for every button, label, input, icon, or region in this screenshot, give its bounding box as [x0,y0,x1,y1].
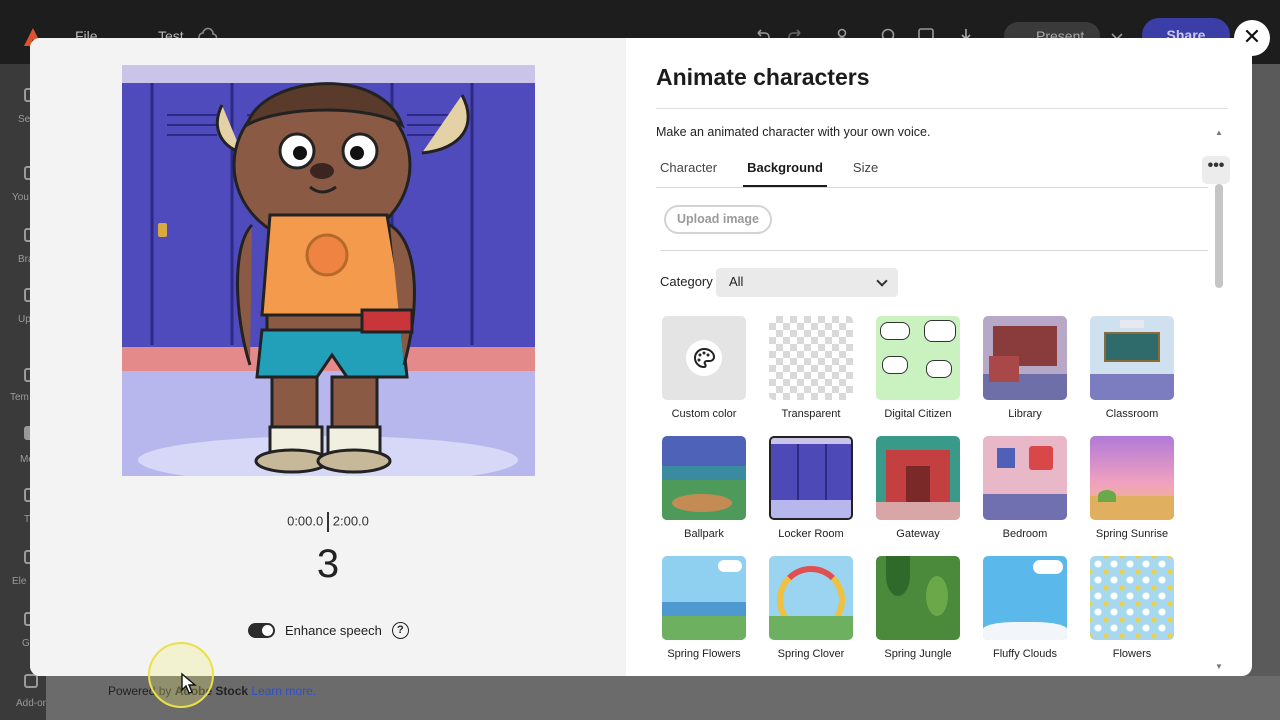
thumbnail [1090,316,1174,400]
enhance-speech-toggle[interactable] [248,622,275,638]
category-select[interactable]: All [716,268,898,297]
time-divider [327,512,329,532]
background-option-transparent[interactable]: Transparent [768,316,854,420]
close-icon: ✕ [1242,24,1262,49]
current-time: 0:00.0 [287,513,324,529]
background-option-flowers[interactable]: Flowers [1089,556,1175,660]
background-option-label: Spring Flowers [667,648,741,660]
divider [656,187,1208,188]
background-option-spring-sunrise[interactable]: Spring Sunrise [1089,436,1175,540]
enhance-speech-label: Enhance speech [285,622,382,638]
background-option-spring-flowers[interactable]: Spring Flowers [661,556,747,660]
background-option-locker-room[interactable]: Locker Room [768,436,854,540]
background-option-label: Transparent [781,408,841,420]
scrollbar-thumb[interactable] [1215,184,1223,288]
thumbnail [769,316,853,400]
thumbnail [876,316,960,400]
background-option-label: Spring Clover [777,648,845,660]
background-option-label: Flowers [1112,648,1152,660]
cursor-arrow-icon [181,672,197,694]
chevron-down-icon [876,275,888,287]
background-option-classroom[interactable]: Classroom [1089,316,1175,420]
background-option-library[interactable]: Library [982,316,1068,420]
tab-character[interactable]: Character [656,160,721,187]
divider [656,108,1228,109]
locker-room-scene [122,65,535,476]
rail-item-elements[interactable]: Ele [12,576,26,587]
background-option-bedroom[interactable]: Bedroom [982,436,1068,540]
background-option-digital-citizen[interactable]: Digital Citizen [875,316,961,420]
background-option-label: Classroom [1105,408,1159,420]
enhance-speech-row: Enhance speech ? [248,620,409,640]
recording-countdown: 3 [316,542,340,586]
background-option-spring-jungle[interactable]: Spring Jungle [875,556,961,660]
cursor-highlight [148,642,214,708]
palette-icon [686,340,722,376]
background-option-fluffy-clouds[interactable]: Fluffy Clouds [982,556,1068,660]
upload-image-button[interactable]: Upload image [664,205,772,234]
help-icon[interactable]: ? [391,621,409,639]
category-value: All [729,274,744,289]
background-option-custom-color[interactable]: Custom color [661,316,747,420]
thumbnail [983,436,1067,520]
settings-panel: Animate characters Make an animated char… [626,38,1252,676]
close-dialog-button[interactable]: ✕ [1234,20,1270,56]
category-label: Category [660,274,713,289]
panel-tabs: Character Background Size [656,160,882,187]
thumbnail [983,556,1067,640]
dialog-description: Make an animated character with your own… [656,125,931,139]
thumbnail [876,556,960,640]
thumbnail [769,556,853,640]
background-option-label: Ballpark [684,528,724,540]
animate-characters-dialog: 0:00.0 2:00.0 3 Enhance speech ? Animate … [30,38,1252,676]
scroll-down-icon[interactable]: ▼ [1215,662,1223,671]
tab-size[interactable]: Size [849,160,882,187]
background-option-label: Spring Jungle [884,648,952,660]
character-preview [122,65,535,476]
thumbnail [876,436,960,520]
learn-more-link[interactable]: Learn more. [251,684,316,698]
playback-time: 0:00.0 2:00.0 [30,512,626,532]
background-option-label: Custom color [671,408,737,420]
thumbnail [1090,556,1174,640]
rail-item-search[interactable]: Se [18,114,30,125]
background-option-label: Digital Citizen [884,408,952,420]
rail-item-templates[interactable]: Tem [10,392,29,403]
background-option-label: Gateway [896,528,940,540]
background-option-label: Fluffy Clouds [993,648,1057,660]
background-grid: Custom color Transparent Digital Citizen [660,316,1200,676]
background-option-spring-clover[interactable]: Spring Clover [768,556,854,660]
thumbnail [983,316,1067,400]
tab-background[interactable]: Background [743,160,827,187]
rail-item-grids[interactable]: G [22,638,30,649]
dialog-title: Animate characters [656,64,870,90]
thumbnail [769,436,853,520]
background-option-label: Library [1008,408,1042,420]
background-option-label: Spring Sunrise [1095,528,1169,540]
divider [660,250,1208,251]
thumbnail [662,556,746,640]
background-option-label: Bedroom [1002,528,1048,540]
total-time: 2:00.0 [332,513,369,529]
add-ons-icon[interactable] [24,674,38,688]
rail-item-your-stuff[interactable]: You [12,192,29,203]
background-option-gateway[interactable]: Gateway [875,436,961,540]
thumbnail [662,436,746,520]
scroll-up-icon[interactable]: ▲ [1215,128,1223,137]
background-option-label: Locker Room [778,528,844,540]
preview-pane: 0:00.0 2:00.0 3 Enhance speech ? [30,38,626,676]
bottom-bar: Powered by Adobe Stock Learn more. [46,676,1280,720]
thumbnail [1090,436,1174,520]
rail-item-upload[interactable]: Up [18,314,31,325]
background-option-ballpark[interactable]: Ballpark [661,436,747,540]
thumbnail [662,316,746,400]
panel-scrollbar[interactable]: ▲ ▼ [1212,126,1226,676]
